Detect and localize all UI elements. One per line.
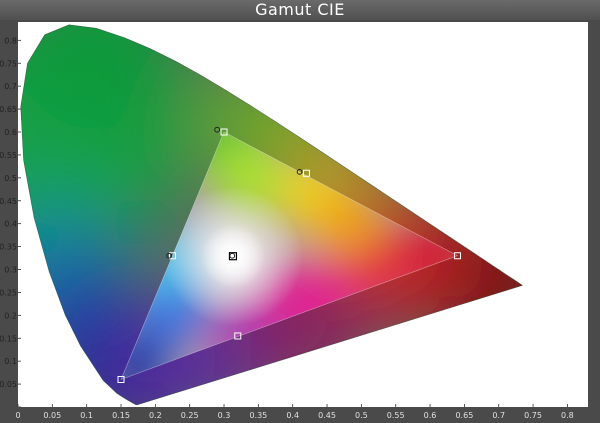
y-tick-label: 0.45 [0,197,17,206]
chart-window: Gamut CIE 0.05 0.1 0.15 0.2 0.25 0.3 0.35 0.4 0.… [0,0,600,423]
x-tick-label: 0.25 [181,411,199,420]
x-tick-label: 0.6 [424,411,437,420]
x-tick-label: 0.8 [561,411,574,420]
x-tick-label: 0.45 [318,411,336,420]
chart-title: Gamut CIE [0,0,600,20]
y-tick-label: 0.35 [0,243,17,252]
y-tick-label: 0.2 [4,311,17,320]
x-tick-label: 0.1 [80,411,93,420]
x-tick-label: 0.2 [149,411,162,420]
y-tick-label: 0.15 [0,334,17,343]
y-tick-label: 0.7 [4,82,17,91]
y-tick-label: 0.6 [4,128,17,137]
x-tick-label: 0.15 [112,411,130,420]
cie-chart-svg: 0.05 0.1 0.15 0.2 0.25 0.3 0.35 0.4 0.45 0.5 0.55 0… [0,22,600,423]
y-tick-label: 0.05 [0,380,17,389]
x-tick-label: 0.7 [492,411,505,420]
x-tick-label: 0.05 [43,411,61,420]
y-tick-label: 0.8 [4,36,17,45]
x-tick-label: 0.4 [286,411,299,420]
x-tick-label: 0.35 [249,411,267,420]
x-tick-label: 0.5 [355,411,368,420]
y-tick-label: 0.4 [4,220,17,229]
y-tick-label: 0.3 [4,266,17,275]
x-tick-label: 0.65 [455,411,473,420]
y-tick-label: 0.5 [4,174,17,183]
y-axis: 0.05 0.1 0.15 0.2 0.25 0.3 0.35 0.4 0.45 0.5 0.55 0… [0,36,21,408]
x-tick-label: 0 [15,411,20,420]
y-tick-label: 0.25 [0,288,17,297]
y-tick-label: 0.65 [0,105,17,114]
y-tick-label: 0.1 [4,357,17,366]
y-tick-label: 0.75 [0,59,17,68]
x-tick-label: 0.55 [387,411,405,420]
y-tick-label: 0.55 [0,151,17,160]
x-tick-label: 0.3 [218,411,231,420]
x-tick-label: 0.75 [524,411,542,420]
